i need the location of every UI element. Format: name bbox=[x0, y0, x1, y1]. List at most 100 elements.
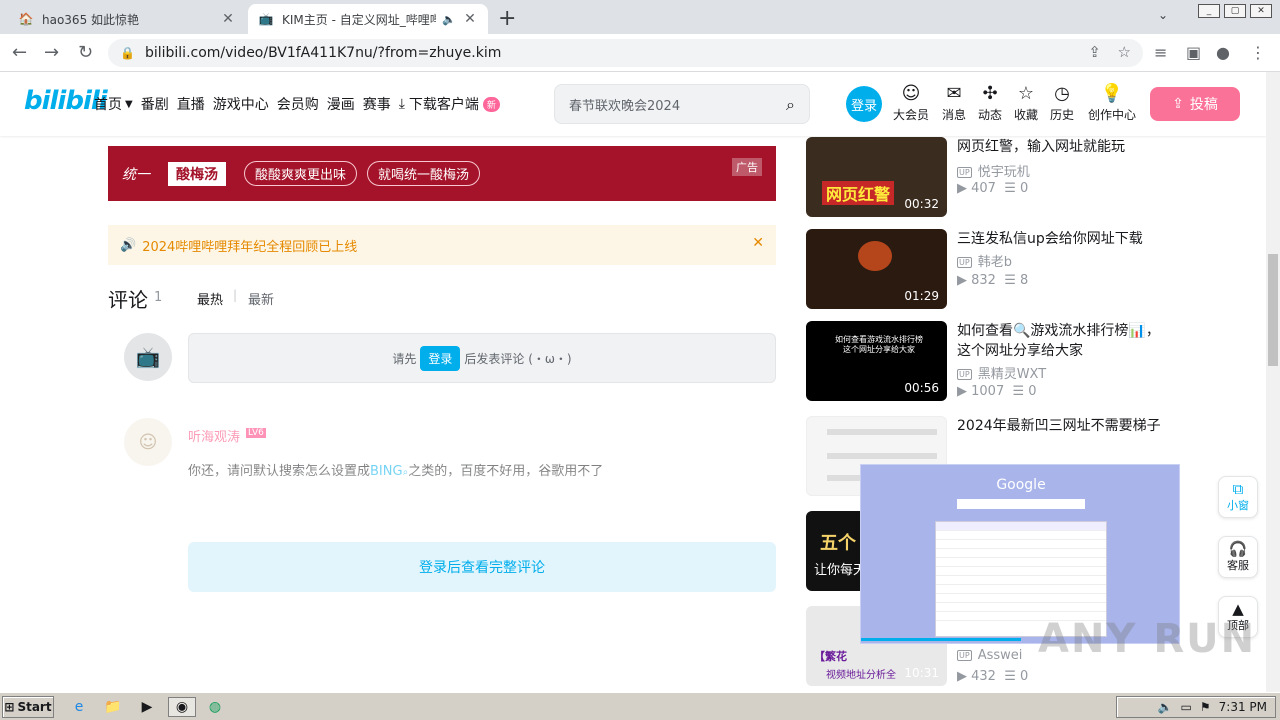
mini-player-progress[interactable] bbox=[861, 638, 1021, 641]
reading-list-icon[interactable]: ≡ bbox=[1154, 43, 1167, 62]
site-header: bilibili 首页 ▼ 番剧 直播 游戏中心 会员购 漫画 赛事 ⤓ 下载客户端… bbox=[0, 72, 1266, 136]
comment-login-button[interactable]: 登录 bbox=[420, 345, 461, 371]
header-favorite[interactable]: ☆ 收藏 bbox=[1006, 84, 1046, 123]
maximize-button[interactable]: ▢ bbox=[1224, 4, 1246, 18]
sort-hot-tab[interactable]: 最热 bbox=[197, 289, 223, 308]
danmaku-icon: ☰ bbox=[1004, 181, 1016, 196]
main-nav: 首页 ▼ 番剧 直播 游戏中心 会员购 漫画 赛事 ⤓ 下载客户端新 bbox=[94, 94, 508, 114]
audio-icon[interactable]: 🔈 bbox=[442, 13, 456, 26]
level-badge: LV6 bbox=[246, 428, 266, 438]
nav-game-center[interactable]: 游戏中心 bbox=[213, 94, 269, 114]
login-avatar-button[interactable]: 登录 bbox=[846, 86, 882, 122]
back-icon[interactable]: ← bbox=[12, 42, 27, 63]
browser-tab[interactable]: 🏠 hao365 如此惊艳 ✕ bbox=[8, 4, 246, 34]
recommend-card[interactable]: 网页红警 00:32 网页红警，输入网址就能玩 UP 悦宇玩机 ▶ 407 ☰ 0 bbox=[806, 137, 1166, 217]
taskbar: ⊞ Start e 📁 ▶ ◉ ◍ 🔈 ▭ ⚑ 7:31 PM bbox=[0, 692, 1280, 720]
address-bar[interactable]: 🔒 bilibili.com/video/BV1fA411K7nu/?from=… bbox=[108, 39, 1143, 67]
close-tab-icon[interactable]: ✕ bbox=[220, 11, 236, 27]
mini-player-searchbox bbox=[957, 499, 1085, 509]
clock[interactable]: 7:31 PM bbox=[1219, 700, 1267, 714]
nav-bangumi[interactable]: 番剧 bbox=[141, 94, 169, 114]
search-icon[interactable]: ⌕ bbox=[786, 95, 795, 115]
recommend-card[interactable]: 如何查看游戏流水排行榜 这个网址分享给大家 00:56 如何查看🔍游戏流水排行榜📊… bbox=[806, 321, 1166, 401]
header-dynamic[interactable]: ✣ 动态 bbox=[970, 84, 1010, 123]
chrome-icon[interactable]: ◉ bbox=[168, 697, 196, 717]
chevron-down-icon: ▼ bbox=[125, 98, 133, 110]
url-text: bilibili.com/video/BV1fA411K7nu/?from=zh… bbox=[144, 45, 502, 61]
thumb-art bbox=[827, 429, 937, 435]
header-creator[interactable]: 💡 创作中心 bbox=[1084, 84, 1140, 123]
scrollbar-thumb[interactable] bbox=[1268, 254, 1278, 366]
new-tab-button[interactable]: + bbox=[498, 6, 516, 31]
volume-icon[interactable]: 🔈 bbox=[1158, 700, 1173, 714]
video-thumbnail[interactable]: 网页红警 00:32 bbox=[806, 137, 947, 217]
bookmark-star-icon[interactable]: ☆ bbox=[1118, 43, 1131, 61]
video-thumbnail[interactable]: 如何查看游戏流水排行榜 这个网址分享给大家 00:56 bbox=[806, 321, 947, 401]
tab-search-icon[interactable]: ⌄ bbox=[1158, 8, 1168, 22]
video-title[interactable]: 如何查看🔍游戏流水排行榜📊，这个网址分享给大家 bbox=[957, 321, 1163, 361]
close-tab-icon[interactable]: ✕ bbox=[462, 11, 478, 27]
video-title[interactable]: 网页红警，输入网址就能玩 bbox=[957, 137, 1163, 157]
video-up[interactable]: UP 悦宇玩机 bbox=[957, 161, 1030, 180]
header-history[interactable]: ◷ 历史 bbox=[1042, 84, 1082, 123]
nav-download[interactable]: ⤓ 下载客户端新 bbox=[399, 94, 500, 114]
minimize-button[interactable]: _ bbox=[1198, 4, 1220, 18]
search-placeholder: 春节联欢晚会2024 bbox=[569, 98, 681, 114]
close-notice-icon[interactable]: ✕ bbox=[752, 235, 764, 251]
reload-icon[interactable]: ↻ bbox=[78, 42, 93, 63]
media-player-icon[interactable]: ▶ bbox=[136, 697, 158, 717]
video-stats: ▶ 407 ☰ 0 bbox=[957, 181, 1029, 196]
header-message[interactable]: ✉ 消息 bbox=[934, 84, 974, 123]
customer-service-button[interactable]: 🎧 客服 bbox=[1218, 536, 1258, 578]
forward-icon[interactable]: → bbox=[44, 42, 59, 63]
mini-window-icon: ⧉ bbox=[1232, 480, 1244, 498]
flag-icon[interactable]: ⚑ bbox=[1200, 700, 1211, 714]
close-window-button[interactable]: ✕ bbox=[1250, 4, 1272, 18]
nav-manga[interactable]: 漫画 bbox=[327, 94, 355, 114]
comment-fade bbox=[108, 470, 776, 510]
side-panel-icon[interactable]: ▣ bbox=[1186, 43, 1201, 62]
view-all-comments-button[interactable]: 登录后查看完整评论 bbox=[188, 542, 776, 592]
upload-button[interactable]: ⇪ 投稿 bbox=[1150, 87, 1240, 121]
browser-toolbar: ← → ↻ 🔒 bilibili.com/video/BV1fA411K7nu/… bbox=[0, 34, 1280, 72]
profile-icon[interactable]: ● bbox=[1216, 43, 1230, 62]
ad-slogan: 酸酸爽爽更出味 bbox=[244, 161, 358, 186]
thumb-art: 五个 bbox=[820, 533, 856, 554]
history-icon: ◷ bbox=[1054, 83, 1070, 104]
comment-input[interactable]: 请先 登录 后发表评论 (・ω・) bbox=[188, 333, 776, 383]
video-up[interactable]: UP 黑精灵WXT bbox=[957, 363, 1046, 382]
explorer-icon[interactable]: 📁 bbox=[102, 697, 124, 717]
lock-icon[interactable]: 🔒 bbox=[120, 46, 135, 60]
header-vip[interactable]: ☺ 大会员 bbox=[891, 84, 931, 123]
video-title[interactable]: 2024年最新凹三网址不需要梯子 bbox=[957, 416, 1163, 436]
nav-esports[interactable]: 赛事 bbox=[363, 94, 391, 114]
commenter-avatar[interactable]: ☺ bbox=[124, 418, 172, 466]
commenter-name[interactable]: 听海观涛 bbox=[188, 426, 240, 445]
sort-new-tab[interactable]: 最新 bbox=[248, 289, 274, 308]
ad-brand: 统一 bbox=[122, 166, 150, 183]
recommend-card[interactable]: 01:29 三连发私信up会给你网址下载 UP 韩老b ▶ 832 ☰ 8 bbox=[806, 229, 1166, 309]
notice-bar[interactable]: 🔊 2024哔哩哔哩拜年纪全程回顾已上线 ✕ bbox=[108, 225, 776, 265]
mini-window-button[interactable]: ⧉ 小窗 bbox=[1218, 476, 1258, 518]
page-scrollbar[interactable] bbox=[1266, 72, 1280, 692]
network-icon[interactable]: ▭ bbox=[1181, 700, 1192, 714]
video-stats: ▶ 1007 ☰ 0 bbox=[957, 384, 1037, 399]
nav-live[interactable]: 直播 bbox=[177, 94, 205, 114]
menu-kebab-icon[interactable]: ⋮ bbox=[1250, 43, 1266, 62]
video-up[interactable]: UP 韩老b bbox=[957, 251, 1012, 270]
video-thumbnail[interactable]: 01:29 bbox=[806, 229, 947, 309]
start-button[interactable]: ⊞ Start bbox=[2, 696, 54, 718]
search-input[interactable]: 春节联欢晚会2024 ⌕ bbox=[554, 84, 810, 124]
nav-home[interactable]: 首页 ▼ bbox=[94, 94, 133, 114]
ad-banner[interactable]: 统一 酸梅汤 酸酸爽爽更出味 就喝统一酸梅汤 广告 bbox=[108, 146, 776, 201]
video-title[interactable]: 三连发私信up会给你网址下载 bbox=[957, 229, 1163, 249]
ie-icon[interactable]: e bbox=[68, 697, 90, 717]
edge-icon[interactable]: ◍ bbox=[204, 697, 226, 717]
thumb-art: 视频地址分析全 bbox=[826, 670, 896, 681]
danmaku-icon: ☰ bbox=[1012, 384, 1025, 399]
video-stats: ▶ 432 ☰ 0 bbox=[957, 669, 1029, 684]
share-icon[interactable]: ⇪ bbox=[1088, 43, 1101, 61]
video-up[interactable]: UP Asswei bbox=[957, 648, 1022, 663]
nav-mall[interactable]: 会员购 bbox=[277, 94, 319, 114]
browser-tab-active[interactable]: 📺 KIM主页 - 自定义网址_哔哩哔哩 🔈 ✕ bbox=[248, 4, 488, 34]
